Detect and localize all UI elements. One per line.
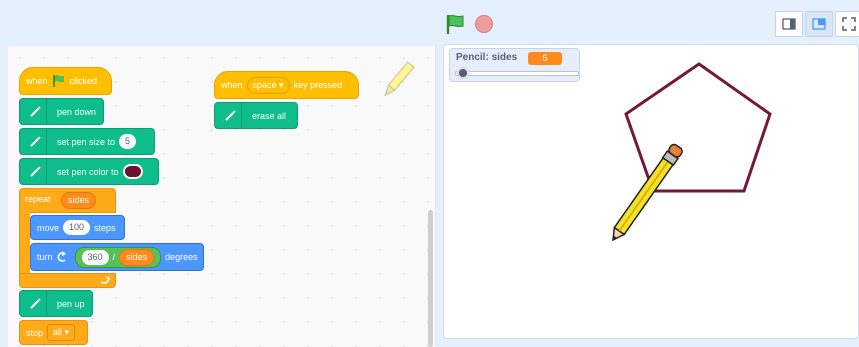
sides-variable-reporter[interactable]: sides [119, 248, 155, 266]
clicked-label: clicked [69, 76, 98, 86]
normal-stage-icon[interactable] [805, 11, 833, 37]
turn-label: turn [37, 252, 53, 262]
stop-label: stop [26, 327, 44, 338]
set-pen-size-label: set pen size to [57, 136, 116, 147]
stage-size-toggle [775, 11, 859, 37]
pen-icon [24, 99, 47, 124]
set-pen-size-block[interactable]: set pen size to 5 [19, 128, 155, 155]
erase-all-block[interactable]: erase all [214, 102, 298, 129]
pen-icon [24, 129, 47, 154]
pencil-sprite [612, 143, 683, 242]
stop-option-dropdown[interactable]: all ▾ [47, 324, 76, 341]
green-flag-icon [52, 75, 64, 87]
erase-all-label: erase all [252, 110, 287, 121]
stage-canvas[interactable] [443, 44, 859, 339]
when-label: when [221, 80, 243, 90]
sprite-pencil-icon [384, 61, 415, 97]
pentagon-drawing [624, 62, 772, 193]
fullscreen-icon[interactable] [835, 11, 859, 37]
move-steps-block[interactable]: move 100 steps [30, 215, 125, 240]
variable-monitor[interactable]: Pencil: sides 5 [449, 48, 580, 82]
pen-icon [24, 159, 47, 184]
when-flag-clicked-block[interactable]: when clicked [19, 67, 112, 95]
monitor-slider-knob[interactable] [457, 67, 469, 79]
move-label: move [37, 222, 60, 233]
steps-input[interactable]: 100 [63, 220, 91, 235]
pen-up-block[interactable]: pen up [19, 290, 93, 317]
pen-down-label: pen down [57, 106, 97, 117]
numerator-input[interactable]: 360 [81, 249, 109, 265]
when-label: when [26, 76, 48, 86]
loop-arrow-icon [100, 276, 110, 284]
pen-icon [24, 291, 47, 316]
key-value: space [252, 79, 277, 90]
stop-option-value: all [53, 327, 63, 337]
pen-down-block[interactable]: pen down [19, 98, 104, 125]
sides-variable-reporter[interactable]: sides [61, 192, 97, 209]
pen-up-label: pen up [57, 298, 85, 309]
pen-icon [219, 103, 242, 128]
rotate-left-icon [57, 251, 66, 262]
stage-footer [443, 339, 859, 347]
monitor-value: 5 [528, 52, 562, 65]
pen-color-swatch[interactable] [122, 164, 143, 179]
workspace-scrollbar[interactable] [428, 210, 433, 347]
divide-symbol: / [112, 252, 116, 262]
turn-degrees-block[interactable]: turn 360 / sides degrees [30, 243, 204, 271]
set-pen-color-label: set pen color to [57, 166, 119, 177]
degrees-label: degrees [165, 252, 198, 262]
monitor-slider-track[interactable] [455, 71, 579, 76]
monitor-label: Pencil: sides [456, 52, 518, 63]
set-pen-color-block[interactable]: set pen color to [19, 158, 159, 185]
stop-all-block[interactable]: stop all ▾ [19, 320, 88, 345]
repeat-label: repeat [25, 194, 51, 204]
steps-label: steps [94, 222, 116, 233]
pen-size-input[interactable]: 5 [119, 134, 137, 149]
divide-operator-block[interactable]: 360 / sides [74, 246, 162, 268]
key-pressed-label: key pressed [293, 80, 343, 90]
stop-icon[interactable] [475, 15, 493, 33]
small-stage-icon[interactable] [775, 11, 803, 37]
stage-header [0, 0, 859, 44]
key-dropdown[interactable]: space ▾ [246, 76, 290, 94]
green-flag-icon[interactable] [444, 13, 466, 35]
when-key-pressed-block[interactable]: when space ▾ key pressed [214, 71, 359, 99]
